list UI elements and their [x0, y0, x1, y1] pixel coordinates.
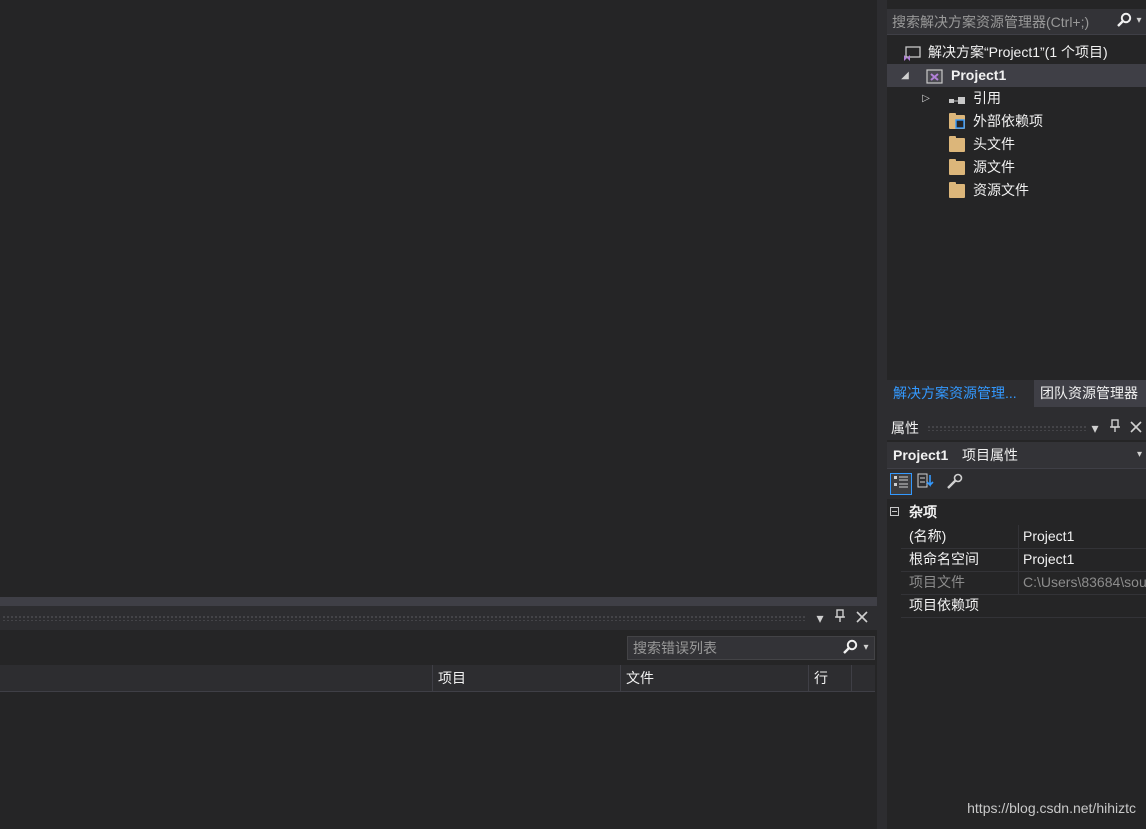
properties-panel: 属性 ▾ Project1 项目属性 ▾ 杂项 (名称) Project1 根命… [887, 416, 1146, 829]
property-row[interactable]: 根命名空间 Project1 [901, 548, 1146, 572]
tree-item-label: 头文件 [973, 136, 1015, 152]
property-name: 项目文件 [909, 574, 965, 590]
property-category[interactable]: 杂项 [887, 501, 1146, 524]
column-header-extra[interactable] [851, 665, 875, 691]
tree-item-external-deps[interactable]: 外部依赖项 [887, 110, 1146, 133]
close-icon[interactable] [853, 609, 871, 627]
tree-item-label: 解决方案“Project1”(1 个项目) [928, 44, 1108, 60]
folder-icon [949, 136, 965, 152]
property-value: C:\Users\83684\source [1018, 571, 1146, 594]
object-type: 项目属性 [962, 447, 1018, 463]
tree-item-header-files[interactable]: 头文件 [887, 133, 1146, 156]
drag-grip[interactable] [2, 615, 807, 621]
column-header-file[interactable]: 文件 [620, 665, 808, 691]
chevron-down-icon[interactable]: ▾ [1133, 12, 1145, 30]
object-name: Project1 [893, 447, 949, 463]
solution-search-box: ▾ [887, 9, 1146, 35]
chevron-down-icon[interactable]: ▾ [1137, 442, 1142, 468]
solution-tabs: 解决方案资源管理... 团队资源管理器 [887, 380, 1146, 407]
property-row[interactable]: 项目依赖项 [901, 594, 1146, 618]
collapse-box-icon[interactable] [890, 507, 899, 516]
properties-toolbar [887, 469, 1146, 499]
tree-item-label: 资源文件 [973, 182, 1029, 198]
solution-explorer-panel: ▾ 解决方案“Project1”(1 个项目) ◢ Project1 ▷ 引用 … [887, 0, 1146, 407]
properties-titlebar: 属性 ▾ [887, 416, 1146, 440]
folder-icon [949, 182, 965, 198]
drag-grip[interactable] [927, 425, 1087, 431]
categorized-icon[interactable] [890, 473, 912, 495]
alphabetical-icon[interactable] [915, 473, 937, 495]
wrench-icon[interactable] [944, 473, 966, 495]
tab-solution-explorer[interactable]: 解决方案资源管理... [887, 380, 1023, 407]
close-icon[interactable] [1127, 419, 1145, 437]
error-list-search-input[interactable] [628, 637, 846, 659]
property-row[interactable]: (名称) Project1 [901, 525, 1146, 549]
watermark: https://blog.csdn.net/hihiztc [967, 800, 1136, 816]
references-icon [948, 92, 965, 106]
project-icon [926, 69, 943, 84]
property-value[interactable]: Project1 [1018, 525, 1146, 548]
solution-search-input[interactable] [887, 10, 1127, 33]
folder-icon [949, 159, 965, 175]
error-list-header: 项目 文件 行 [0, 665, 875, 692]
tree-item-resource-files[interactable]: 资源文件 [887, 179, 1146, 202]
category-label: 杂项 [909, 504, 937, 520]
vertical-splitter[interactable] [877, 0, 887, 829]
tree-item-solution[interactable]: 解决方案“Project1”(1 个项目) [887, 41, 1146, 64]
dropdown-arrow-icon[interactable]: ▾ [1086, 419, 1104, 437]
error-list-panel: ▾ ▾ 项目 文件 行 [0, 606, 877, 829]
error-list-search-box: ▾ [627, 636, 875, 660]
property-object-selector[interactable]: Project1 项目属性 ▾ [887, 442, 1146, 469]
collapsed-triangle-icon[interactable]: ▷ [920, 87, 932, 110]
solution-icon [903, 46, 921, 61]
tree-item-label: Project1 [951, 67, 1007, 83]
pin-icon[interactable] [1106, 419, 1124, 437]
tree-item-source-files[interactable]: 源文件 [887, 156, 1146, 179]
property-name: 项目依赖项 [909, 597, 979, 613]
property-name: 根命名空间 [909, 551, 979, 567]
search-icon[interactable] [841, 639, 859, 657]
error-list-titlebar: ▾ [0, 606, 877, 630]
external-deps-icon [949, 113, 965, 129]
tree-item-label: 外部依赖项 [973, 113, 1043, 129]
properties-title: 属性 [891, 420, 919, 436]
tree-item-label: 源文件 [973, 159, 1015, 175]
pin-icon[interactable] [831, 609, 849, 627]
chevron-down-icon[interactable]: ▾ [860, 639, 872, 657]
tree-item-label: 引用 [973, 90, 1001, 106]
column-header-line[interactable]: 行 [808, 665, 851, 691]
tree-item-project[interactable]: ◢ Project1 [887, 64, 1146, 87]
property-value[interactable]: Project1 [1018, 548, 1146, 571]
horizontal-splitter[interactable] [0, 597, 877, 606]
dropdown-arrow-icon[interactable]: ▾ [811, 609, 829, 627]
property-name: (名称) [909, 528, 947, 544]
property-row[interactable]: 项目文件 C:\Users\83684\source [901, 571, 1146, 595]
search-icon[interactable] [1115, 12, 1133, 30]
expand-triangle-icon[interactable]: ◢ [899, 64, 911, 87]
column-header-project[interactable]: 项目 [432, 665, 620, 691]
tab-team-explorer[interactable]: 团队资源管理器 [1034, 380, 1146, 407]
tree-item-references[interactable]: ▷ 引用 [887, 87, 1146, 110]
editor-area[interactable] [0, 0, 877, 597]
